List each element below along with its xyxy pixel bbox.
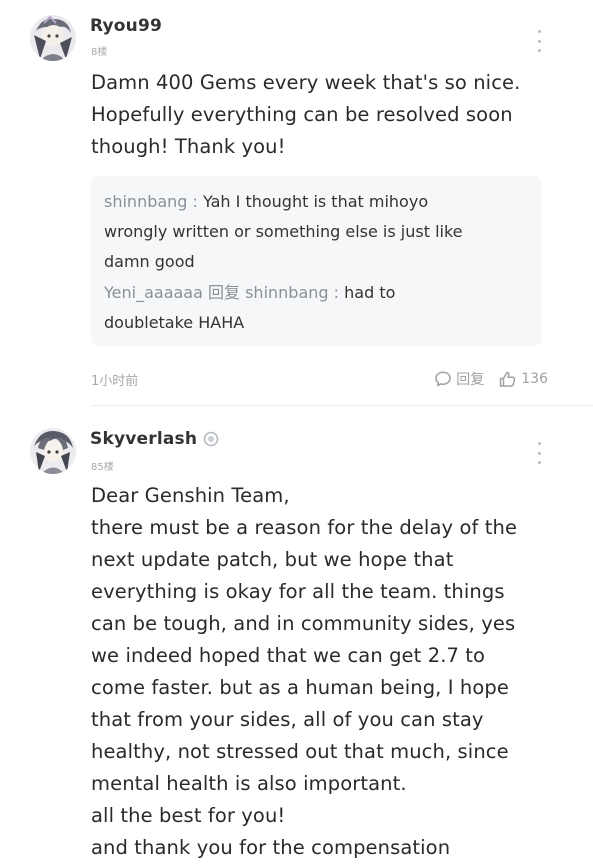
comment-body-line: Damn 400 Gems every week that's so nice.: [91, 71, 521, 94]
comment-body-line: that from your sides, all of you can sta…: [91, 708, 484, 731]
comment-body-line: all the best for you!: [91, 804, 286, 827]
reply-separator: :: [187, 192, 204, 211]
reply-button[interactable]: 回复: [434, 369, 484, 389]
comment-body-line: next update patch, but we hope that: [91, 548, 454, 571]
reply-item: Yeni_aaaaaa 回复 shinnbang : had to: [104, 278, 395, 308]
comment-body-line: though! Thank you!: [91, 135, 286, 158]
like-button[interactable]: 136: [498, 370, 548, 389]
reply-target[interactable]: shinnbang: [245, 283, 328, 302]
thumbs-up-icon: [500, 371, 516, 387]
comment-bubble-icon: [435, 371, 452, 387]
more-vertical-icon[interactable]: [535, 442, 543, 464]
floor-number: 8楼: [91, 47, 108, 58]
replies-box[interactable]: shinnbang : Yah I thought is that mihoyo…: [91, 176, 542, 346]
username[interactable]: Ryou99: [90, 16, 162, 36]
reply-to-word: 回复: [202, 283, 246, 302]
username[interactable]: Skyverlash: [90, 429, 197, 449]
reply-text: had to: [344, 283, 396, 302]
comment-body-line: mental health is also important.: [91, 772, 407, 795]
comment-card: Skyverlash 85楼 Dear Genshin Team, there …: [0, 406, 593, 866]
comment-body-line: everything is okay for all the team. thi…: [91, 580, 505, 603]
timestamp: 1小时前: [91, 374, 139, 389]
comment-body-line: Dear Genshin Team,: [91, 484, 290, 507]
reply-button-label: 回复: [456, 372, 485, 388]
reply-separator: :: [328, 283, 345, 302]
reply-author[interactable]: Yeni_aaaaaa: [104, 283, 203, 302]
comment-body-line: come faster. but as a human being, I hop…: [91, 676, 509, 699]
like-count: 136: [521, 371, 548, 387]
comment-body-line: and thank you for the compensation: [91, 836, 451, 859]
verified-badge-icon: [203, 431, 219, 447]
reply-author[interactable]: shinnbang: [104, 192, 187, 211]
reply-text-line: damn good: [104, 252, 195, 271]
comment-body-line: we indeed hoped that we can get 2.7 to: [91, 644, 486, 667]
avatar[interactable]: [30, 15, 76, 61]
comment-body: Damn 400 Gems every week that's so nice.…: [91, 67, 561, 163]
more-vertical-icon[interactable]: [535, 30, 543, 52]
floor-number: 85楼: [91, 462, 114, 473]
username-row: Skyverlash: [90, 429, 219, 449]
comment-body: Dear Genshin Team, there must be a reaso…: [91, 480, 561, 864]
comment-body-line: there must be a reason for the delay of …: [91, 516, 518, 539]
comment-card: Ryou99 8楼 Damn 400 Gems every week that'…: [0, 0, 593, 406]
comment-body-line: can be tough, and in community sides, ye…: [91, 612, 516, 635]
reply-text: Yah I thought is that mihoyo: [203, 192, 429, 211]
comment-body-line: Hopefully everything can be resolved soo…: [91, 103, 513, 126]
comment-actions: 回复 136: [434, 369, 548, 389]
avatar[interactable]: [30, 428, 76, 474]
username-row: Ryou99: [90, 16, 162, 36]
reply-text-line: wrongly written or something else is jus…: [104, 222, 463, 241]
reply-text-line: doubletake HAHA: [104, 313, 245, 332]
comment-body-line: healthy, not stressed out that much, sin…: [91, 740, 509, 763]
reply-item: shinnbang : Yah I thought is that mihoyo: [104, 187, 428, 217]
